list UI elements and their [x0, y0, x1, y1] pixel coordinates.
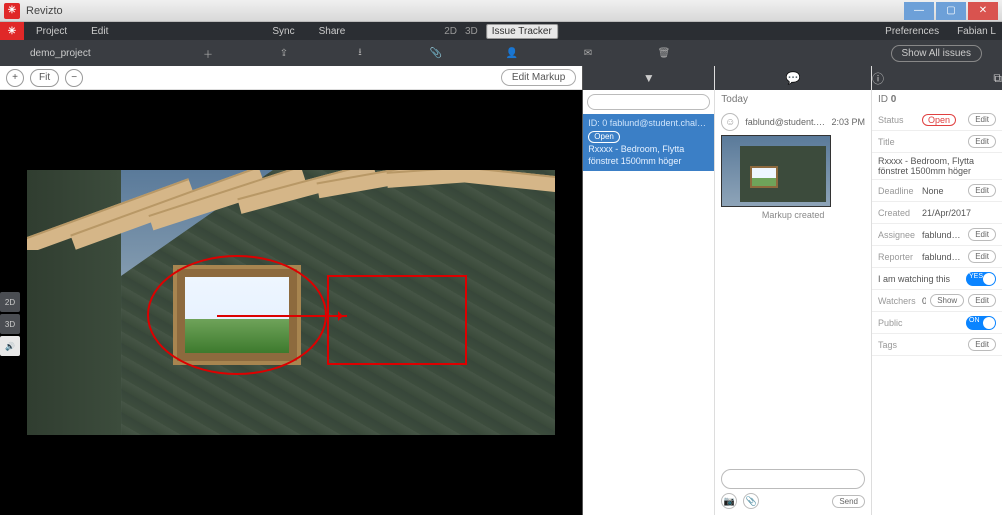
chat-icon[interactable]: 💬: [786, 71, 801, 85]
camera-icon[interactable]: 📷: [721, 493, 737, 509]
zoom-in-button[interactable]: +: [6, 69, 24, 87]
watching-label: I am watching this: [878, 274, 962, 284]
view-sound-toggle[interactable]: 🔊: [0, 336, 20, 356]
markup-rectangle: [327, 275, 467, 365]
fit-button[interactable]: Fit: [30, 69, 59, 87]
status-label: Status: [878, 115, 918, 125]
attach-message-icon[interactable]: 📎: [743, 493, 759, 509]
show-all-issues-button[interactable]: Show All issues: [891, 45, 982, 62]
3d-scene[interactable]: [27, 170, 555, 435]
assign-icon[interactable]: 👤: [504, 45, 520, 61]
deadline-edit-button[interactable]: Edit: [968, 184, 996, 197]
toolbar: demo_project ＋ ⇪ ⭳ 📎 👤 ✉ 🗑 Show All issu…: [0, 40, 1002, 66]
app-icon: ✳: [4, 3, 20, 19]
created-label: Created: [878, 208, 918, 218]
breadcrumb[interactable]: demo_project: [0, 48, 91, 59]
status-edit-button[interactable]: Edit: [968, 113, 996, 126]
zoom-out-button[interactable]: −: [65, 69, 83, 87]
deadline-value: None: [922, 186, 964, 196]
view-2d-toggle[interactable]: 2D: [0, 292, 20, 312]
issue-tracker-tab[interactable]: Issue Tracker: [486, 24, 558, 39]
brand-logo[interactable]: ✳: [0, 22, 24, 40]
window-title: Revizto: [26, 5, 63, 17]
menu-sync[interactable]: Sync: [260, 22, 306, 40]
watching-toggle[interactable]: YES: [966, 272, 996, 286]
watchers-show-button[interactable]: Show: [930, 294, 964, 307]
issue-card[interactable]: ID: 0 fablund@student.chal… Open Rxxxx -…: [583, 114, 714, 171]
attach-icon[interactable]: 📎: [428, 45, 444, 61]
assignee-edit-button[interactable]: Edit: [968, 228, 996, 241]
export-icon[interactable]: ⇪: [276, 45, 292, 61]
thread-user: fablund@student.chal…: [745, 117, 825, 127]
window-close-button[interactable]: ✕: [968, 2, 998, 20]
title-edit-button[interactable]: Edit: [968, 135, 996, 148]
issue-search-input[interactable]: [587, 94, 710, 110]
info-icon[interactable]: ⓘ: [872, 70, 884, 87]
watchers-value: 0: [922, 296, 926, 306]
mode-3d[interactable]: 3D: [465, 26, 478, 37]
menu-project[interactable]: Project: [24, 22, 79, 40]
detail-id-header: ID 0: [872, 90, 1002, 109]
view-3d-toggle[interactable]: 3D: [0, 314, 20, 334]
add-icon[interactable]: ＋: [200, 45, 216, 61]
trash-icon[interactable]: 🗑: [656, 45, 672, 61]
deadline-label: Deadline: [878, 186, 918, 196]
send-button[interactable]: Send: [832, 495, 865, 508]
thread-thumbnail[interactable]: [721, 135, 831, 207]
reporter-value: fablund@student.chalmers.se: [922, 252, 964, 262]
tags-edit-button[interactable]: Edit: [968, 338, 996, 351]
thumb-caption: Markup created: [715, 207, 871, 223]
reporter-edit-button[interactable]: Edit: [968, 250, 996, 263]
watchers-edit-button[interactable]: Edit: [968, 294, 996, 307]
watchers-label: Watchers: [878, 296, 918, 306]
assignee-value: fablund@student.chalmers.se: [922, 230, 964, 240]
tags-label: Tags: [878, 340, 918, 350]
status-value: Open: [922, 114, 956, 126]
menu-bar: ✳ Project Edit Sync Share 2D 3D Issue Tr…: [0, 22, 1002, 40]
avatar: ☺: [721, 113, 739, 131]
mode-2d[interactable]: 2D: [444, 26, 457, 37]
created-value: 21/Apr/2017: [922, 208, 996, 218]
title-label: Title: [878, 137, 918, 147]
viewer-pane: + Fit − Edit Markup 2D 3D 🔊: [0, 66, 582, 515]
menu-edit[interactable]: Edit: [79, 22, 120, 40]
menu-preferences[interactable]: Preferences: [885, 26, 939, 37]
issue-id-line: ID: 0 fablund@student.chal…: [588, 118, 709, 130]
issue-title: Rxxxx - Bedroom, Flytta fönstret 1500mm …: [588, 144, 709, 167]
menu-share[interactable]: Share: [307, 22, 358, 40]
public-toggle[interactable]: ON: [966, 316, 996, 330]
thread-time: 2:03 PM: [831, 117, 865, 127]
message-input[interactable]: [721, 469, 865, 489]
title-value: Rxxxx - Bedroom, Flytta fönstret 1500mm …: [878, 156, 996, 176]
public-label: Public: [878, 318, 918, 328]
window-titlebar: ✳ Revizto — ▢ ✕: [0, 0, 1002, 22]
reporter-label: Reporter: [878, 252, 918, 262]
edit-markup-button[interactable]: Edit Markup: [501, 69, 576, 86]
markup-arrow: [217, 315, 347, 317]
current-user[interactable]: Fabian L: [957, 26, 996, 37]
window-maximize-button[interactable]: ▢: [936, 2, 966, 20]
assignee-label: Assignee: [878, 230, 918, 240]
right-panel: ▼ ID: 0 fablund@student.chal… Open Rxxxx…: [582, 66, 1002, 515]
download-icon[interactable]: ⭳: [352, 45, 368, 61]
popout-icon[interactable]: ⧉: [993, 71, 1002, 86]
filter-icon[interactable]: ▼: [643, 71, 655, 85]
window-minimize-button[interactable]: —: [904, 2, 934, 20]
mail-icon[interactable]: ✉: [580, 45, 596, 61]
date-header: Today: [715, 90, 871, 109]
issue-status-pill: Open: [588, 131, 620, 143]
app-brand-glyph: ✳: [8, 5, 16, 16]
